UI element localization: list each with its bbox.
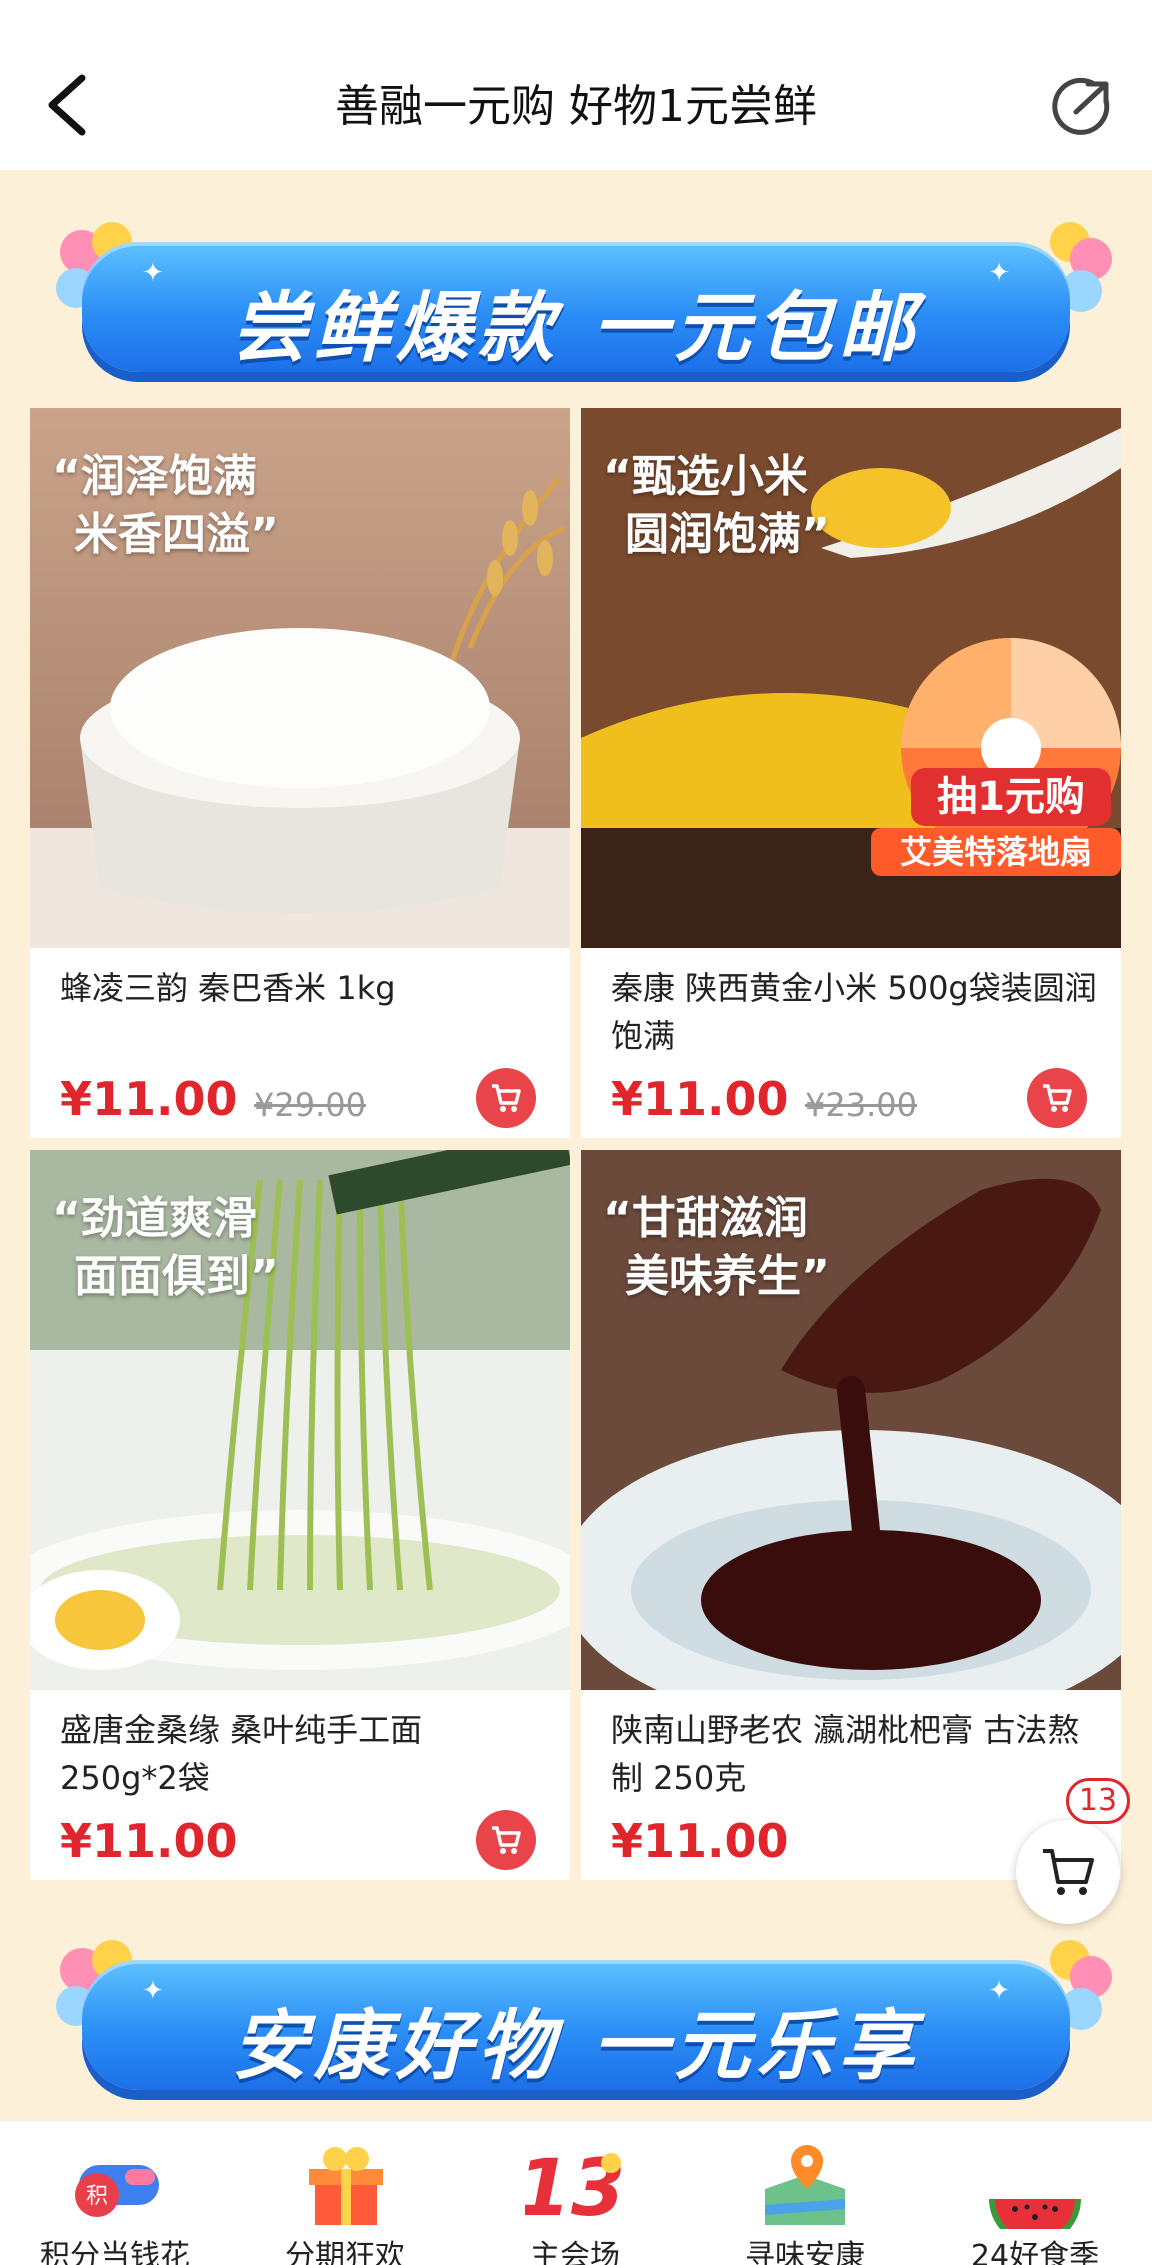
product-quote: “润泽饱满 米香四溢” bbox=[52, 451, 279, 560]
watermelon-icon bbox=[989, 2199, 1081, 2229]
points-icon: 积 bbox=[75, 2165, 159, 2217]
promo-text-1: 抽1元购 bbox=[937, 774, 1085, 820]
tab-label: 24好食季 bbox=[970, 2239, 1100, 2265]
gift-icon bbox=[309, 2147, 383, 2225]
product-quote: “劲道爽滑 面面俱到” bbox=[52, 1193, 279, 1302]
product-card-4[interactable]: “甘甜滋润 美味养生” 陕南山野老农 瀛湖枇杷膏 古法熬制 250克 ¥11.00 bbox=[581, 1150, 1121, 1880]
banner-1-text: 尝鲜爆款 一元包邮 bbox=[231, 283, 921, 372]
tab-food-season[interactable]: 24好食季 bbox=[920, 2121, 1150, 2265]
tab-label: 主会场 bbox=[530, 2239, 620, 2265]
map-pin-icon bbox=[765, 2145, 845, 2225]
product-original-price: ¥23.00 bbox=[805, 1086, 917, 1124]
add-to-cart-button[interactable] bbox=[1027, 1068, 1087, 1128]
share-icon[interactable] bbox=[1050, 74, 1114, 138]
tab-installment[interactable]: 分期狂欢 bbox=[230, 2121, 460, 2265]
cart-icon bbox=[1043, 1084, 1072, 1112]
anniversary-13-icon: 13 bbox=[525, 2144, 625, 2229]
product-price: ¥11.00 bbox=[611, 1814, 789, 1868]
tab-label: 寻味安康 bbox=[745, 2239, 865, 2265]
product-card-3[interactable]: “劲道爽滑 面面俱到” 盛唐金桑缘 桑叶纯手工面 250g*2袋 ¥11.00 bbox=[30, 1150, 570, 1880]
cart-icon bbox=[492, 1084, 521, 1112]
product-name: 盛唐金桑缘 桑叶纯手工面 250g*2袋 bbox=[60, 1711, 423, 1797]
product-name: 陕南山野老农 瀛湖枇杷膏 古法熬制 250克 bbox=[611, 1711, 1080, 1797]
product-name: 秦康 陕西黄金小米 500g袋装圆润饱满 bbox=[611, 969, 1097, 1055]
banner-2-text: 安康好物 一元乐享 bbox=[231, 2001, 921, 2090]
cart-count-badge: 13 bbox=[1066, 1778, 1130, 1824]
tab-ankang[interactable]: 寻味安康 bbox=[690, 2121, 920, 2265]
product-quote: “甘甜滋润 美味养生” bbox=[603, 1193, 830, 1302]
bottom-tab-bar: 积 积分当钱花 分期狂欢 13 主会场 寻味安康 24好食季 bbox=[0, 2120, 1152, 2265]
product-card-2[interactable]: 抽1元购 艾美特落地扇 “甄选小米 圆润饱满” 秦康 陕西黄金小米 500g袋装圆… bbox=[581, 408, 1121, 1138]
product-price: ¥11.00 bbox=[60, 1814, 238, 1868]
floating-cart-button[interactable] bbox=[1016, 1820, 1120, 1924]
product-price: ¥11.00 bbox=[611, 1072, 789, 1126]
tab-points[interactable]: 积 积分当钱花 bbox=[0, 2121, 230, 2265]
product-quote: “甄选小米 圆润饱满” bbox=[603, 451, 830, 560]
product-price: ¥11.00 bbox=[60, 1072, 238, 1126]
product-original-price: ¥29.00 bbox=[254, 1086, 366, 1124]
cart-icon bbox=[1043, 1849, 1094, 1895]
banner-1: ✦ ✦ 尝鲜爆款 一元包邮 bbox=[82, 242, 1070, 372]
banner-2: ✦ ✦ 安康好物 一元乐享 bbox=[82, 1960, 1070, 2090]
cart-icon bbox=[492, 1826, 521, 1854]
top-bar: 善融一元购 好物1元尝鲜 bbox=[0, 0, 1152, 170]
product-name: 蜂凌三韵 秦巴香米 1kg bbox=[60, 969, 396, 1007]
page-title: 善融一元购 好物1元尝鲜 bbox=[335, 81, 817, 132]
tab-label: 分期狂欢 bbox=[285, 2239, 405, 2265]
tab-label: 积分当钱花 bbox=[40, 2239, 190, 2265]
promo-text-2: 艾美特落地扇 bbox=[900, 833, 1092, 871]
tab-main-venue[interactable]: 13 主会场 bbox=[460, 2121, 690, 2265]
add-to-cart-button[interactable] bbox=[476, 1068, 536, 1128]
product-card-1[interactable]: “润泽饱满 米香四溢” 蜂凌三韵 秦巴香米 1kg ¥11.00 ¥29.00 bbox=[30, 408, 570, 1138]
svg-text:积: 积 bbox=[86, 2184, 108, 2209]
add-to-cart-button[interactable] bbox=[476, 1810, 536, 1870]
